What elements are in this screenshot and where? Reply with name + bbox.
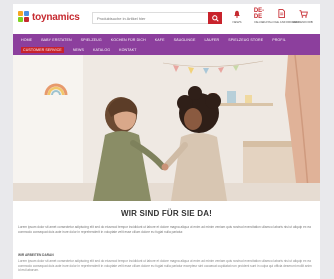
nav-item-contact[interactable]: KONTAKT <box>119 48 136 53</box>
search-icon <box>211 14 219 22</box>
nav-item-news[interactable]: NEWS <box>73 48 84 53</box>
nav-row-primary: HOME BABY ERSTATEN SPIELZEUG KOCHEN FÜR … <box>21 38 286 42</box>
nav-item-cooking[interactable]: KOCHEN FÜR DICH <box>111 38 146 42</box>
news-label: NEWS <box>232 20 242 24</box>
nav-item-profile[interactable]: PROFIL <box>272 38 286 42</box>
bell-icon <box>234 10 240 18</box>
site-header: toynamics NEWS DE-DE DE-DE <box>13 4 320 34</box>
document-icon <box>277 9 285 18</box>
page: toynamics NEWS DE-DE DE-DE <box>13 4 320 279</box>
intro-paragraph: Lorem ipsum dolor sit amet consectetur a… <box>18 225 311 234</box>
section-subheading: WIR ARBEITEN DARAN <box>18 253 54 257</box>
nav-item-baby[interactable]: BABY ERSTATEN <box>41 38 71 42</box>
nav-item-catalog[interactable]: KATALOG <box>93 48 110 53</box>
nav-item-home[interactable]: HOME <box>21 38 32 42</box>
main-nav: HOME BABY ERSTATEN SPIELZEUG KOCHEN FÜR … <box>13 34 320 55</box>
header-actions: NEWS DE-DE DE-DE KATALOGE ANFORDERN WARE… <box>229 7 313 25</box>
flag-de-icon: DE-DE <box>253 7 265 20</box>
language-label: DE-DE <box>254 20 264 24</box>
search-button[interactable] <box>208 12 222 24</box>
nav-item-kafe[interactable]: KAFE <box>155 38 165 42</box>
logo-mark-icon <box>18 11 30 23</box>
cart-button[interactable]: WARENKORB <box>293 9 313 24</box>
cart-label: WARENKORB <box>293 20 313 24</box>
news-button[interactable]: NEWS <box>229 9 245 24</box>
search-input[interactable] <box>92 12 208 24</box>
hero-image <box>13 55 320 201</box>
logo[interactable]: toynamics <box>18 11 80 23</box>
hero-photo-children <box>13 55 320 201</box>
page-title: WIR SIND FÜR SIE DA! <box>120 209 213 218</box>
nav-item-toys[interactable]: SPIELZEUG <box>81 38 102 42</box>
cart-icon <box>299 9 308 18</box>
nav-row-secondary: CUSTOMER SERVICE NEWS KATALOG KONTAKT <box>21 47 137 53</box>
nav-item-store[interactable]: SPIELZEUG STORE <box>228 38 263 42</box>
nav-item-walkers[interactable]: LÄUFER <box>204 38 219 42</box>
nav-item-infants[interactable]: SÄUGLINGE <box>174 38 196 42</box>
nav-item-customer-service[interactable]: CUSTOMER SERVICE <box>21 47 64 53</box>
body-paragraph: Lorem ipsum dolor sit amet consectetur a… <box>18 259 312 272</box>
catalog-button[interactable]: KATALOGE ANFORDERN <box>263 9 299 24</box>
logo-text: toynamics <box>32 11 80 23</box>
